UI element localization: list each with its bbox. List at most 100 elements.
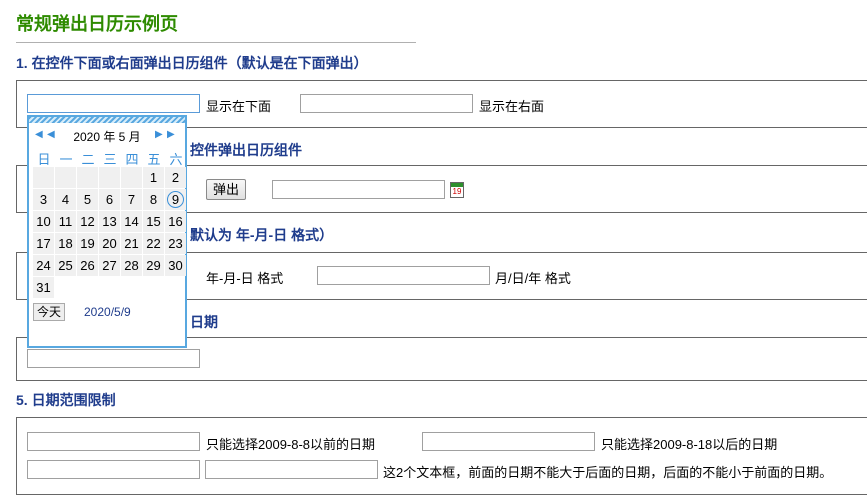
date-input-min[interactable] [422,432,595,451]
label-min-date: 只能选择2009-8-18以后的日期 [601,437,778,452]
calendar-day-21[interactable]: 21 [121,233,142,254]
calendar-day-label: 13 [102,214,117,229]
calendar-day-26[interactable]: 26 [77,255,98,276]
section-3-heading: 默认为 年-月-日 格式） [190,227,334,243]
weekday-mon: 一 [59,152,73,167]
calendar-day-25[interactable]: 25 [55,255,76,276]
label-max-date: 只能选择2009-8-8以前的日期 [206,437,376,452]
calendar-day-label: 4 [61,192,70,207]
calendar-day-label: 15 [146,214,161,229]
date-range-start-input[interactable] [27,460,200,479]
calendar-day-6[interactable]: 6 [99,189,120,210]
calendar-day-4[interactable]: 4 [55,189,76,210]
section-1-heading: 1. 在控件下面或右面弹出日历组件（默认是在下面弹出） [16,55,368,71]
section-5-heading: 5. 日期范围限制 [16,392,116,408]
calendar-day-29[interactable]: 29 [143,255,164,276]
calendar-day-12[interactable]: 12 [77,211,98,232]
calendar-day-label: 28 [124,258,139,273]
calendar-day-label: 27 [102,258,117,273]
page-title: 常规弹出日历示例页 [16,14,178,34]
calendar-day-label: 10 [36,214,51,229]
calendar-day-label: 24 [36,258,51,273]
calendar-day-18[interactable]: 18 [55,233,76,254]
calendar-day-label: 1 [149,170,158,185]
calendar-day-label: 5 [83,192,92,207]
date-input-right[interactable] [300,94,473,113]
weekday-thu: 四 [125,152,139,167]
weekday-fri: 五 [147,152,161,167]
calendar-day-2[interactable]: 2 [165,167,186,188]
calendar-day-label: 29 [146,258,161,273]
calendar-day-label: 31 [36,280,51,295]
calendar-day-9[interactable]: 9 [165,189,186,210]
title-divider [16,42,416,43]
calendar-day-label: 23 [168,236,183,251]
today-date[interactable]: 2020/5/9 [84,305,131,319]
calendar-icon[interactable]: 19 [450,182,464,198]
calendar-day-11[interactable]: 11 [55,211,76,232]
date-input-below[interactable] [27,94,200,113]
calendar-empty-cell [55,167,76,188]
calendar-day-5[interactable]: 5 [77,189,98,210]
weekday-sat: 六 [169,152,183,167]
calendar-day-7[interactable]: 7 [121,189,142,210]
date-input-max[interactable] [27,432,200,451]
date-input-icon[interactable] [272,180,445,199]
calendar-day-label: 11 [58,214,73,229]
calendar-day-22[interactable]: 22 [143,233,164,254]
calendar-day-label: 8 [149,192,158,207]
calendar-day-17[interactable]: 17 [33,233,54,254]
calendar-day-10[interactable]: 10 [33,211,54,232]
calendar-day-24[interactable]: 24 [33,255,54,276]
calendar-day-31[interactable]: 31 [33,277,54,298]
calendar-day-16[interactable]: 16 [165,211,186,232]
date-range-end-input[interactable] [205,460,378,479]
calendar-day-label: 20 [102,236,117,251]
label-right: 显示在右面 [479,99,545,114]
calendar-day-label: 9 [167,191,184,208]
calendar-day-19[interactable]: 19 [77,233,98,254]
today-button[interactable]: 今天 [33,303,65,321]
weekday-wed: 三 [103,152,117,167]
calendar-day-label: 22 [146,236,161,251]
calendar-day-label: 3 [39,192,48,207]
calendar-day-label: 21 [124,236,139,251]
calendar-header: ◀ ◀ 2020 年 5 月 ▶ ▶ [29,123,185,147]
calendar-empty-cell [121,167,142,188]
calendar-day-label: 14 [124,214,139,229]
calendar-day-label: 25 [58,258,73,273]
calendar-day-23[interactable]: 23 [165,233,186,254]
calendar-day-3[interactable]: 3 [33,189,54,210]
calendar-day-30[interactable]: 30 [165,255,186,276]
weekday-tue: 二 [81,152,95,167]
datetime-input[interactable] [27,349,200,368]
calendar-empty-cell [33,167,54,188]
popup-button[interactable]: 弹出 [206,179,247,200]
calendar-day-8[interactable]: 8 [143,189,164,210]
section-2-heading: 控件弹出日历组件 [190,142,302,158]
calendar-day-28[interactable]: 28 [121,255,142,276]
section-5-box [16,417,867,495]
calendar-day-label: 18 [58,236,73,251]
calendar-day-15[interactable]: 15 [143,211,164,232]
calendar-day-label: 17 [36,236,51,251]
calendar-day-14[interactable]: 14 [121,211,142,232]
calendar-footer: 今天 2020/5/9 [29,303,185,323]
calendar-day-label: 7 [127,192,136,207]
calendar-day-label: 12 [80,214,95,229]
calendar-day-label: 30 [168,258,183,273]
calendar-day-label: 19 [80,236,95,251]
calendar-day-1[interactable]: 1 [143,167,164,188]
next-month-icon[interactable]: ▶ [155,128,163,142]
label-mdy-format: 月/日/年 格式 [495,271,571,286]
calendar-day-13[interactable]: 13 [99,211,120,232]
calendar-day-20[interactable]: 20 [99,233,120,254]
label-below: 显示在下面 [206,99,272,114]
calendar-day-label: 26 [80,258,95,273]
calendar-day-27[interactable]: 27 [99,255,120,276]
label-ymd-format: 年-月-日 格式 [206,271,284,286]
calendar-day-label: 6 [105,192,114,207]
next-year-icon[interactable]: ▶ [167,128,175,142]
date-input-mdy[interactable] [317,266,490,285]
calendar-empty-cell [77,167,98,188]
